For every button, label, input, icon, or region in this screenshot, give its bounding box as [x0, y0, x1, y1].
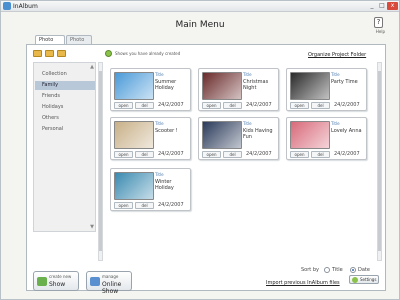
open-button[interactable]: open: [202, 102, 221, 109]
open-button[interactable]: open: [202, 151, 221, 158]
title-tag: Title: [155, 121, 164, 126]
create-small-label: create new: [49, 274, 72, 279]
show-card[interactable]: Title Lovely Anna open del 24/2/2007: [286, 117, 367, 160]
title-tag: Title: [331, 72, 340, 77]
show-thumbnail[interactable]: [114, 121, 154, 149]
create-new-show-button[interactable]: create new Show: [33, 271, 79, 291]
show-thumbnail[interactable]: [202, 121, 242, 149]
title-tag: Title: [243, 121, 252, 126]
open-button[interactable]: open: [290, 102, 309, 109]
show-name: Kids Having Fun: [243, 128, 273, 140]
scrollbar-thumb[interactable]: [99, 71, 102, 251]
help-label[interactable]: Help: [376, 29, 385, 34]
show-card[interactable]: Title Christmas Night open del 24/2/2007: [198, 68, 279, 111]
settings-label: Settings: [360, 277, 377, 282]
online-show-icon: [90, 277, 100, 286]
close-button[interactable]: x: [387, 2, 398, 10]
grid-scrollbar-right[interactable]: [377, 62, 382, 261]
organize-project-folder-link[interactable]: Organize Project Folder: [308, 52, 366, 58]
info-text: Shows you have already created: [115, 51, 181, 56]
show-name: Scooter !: [155, 128, 178, 134]
content-panel: Shows you have already created Organize …: [26, 44, 386, 291]
bottom-bar: create new Show manage Online Show Sort …: [1, 263, 399, 299]
show-date: 24/2/2007: [334, 151, 360, 157]
sort-title-radio[interactable]: [324, 267, 330, 273]
show-date: 24/2/2007: [158, 102, 184, 108]
info-icon: [105, 50, 112, 57]
sort-by-label: Sort by: [301, 267, 319, 273]
import-previous-files-link[interactable]: Import previous InAlbum files: [266, 280, 340, 286]
show-thumbnail[interactable]: [114, 72, 154, 100]
sidebar-item-collection[interactable]: Collection: [35, 70, 95, 79]
delete-button[interactable]: del: [311, 151, 330, 158]
sort-date-label: Date: [358, 267, 370, 273]
show-thumbnail[interactable]: [290, 72, 330, 100]
show-card[interactable]: Title Kids Having Fun open del 24/2/2007: [198, 117, 279, 160]
page-title: Main Menu: [175, 20, 225, 30]
app-window: InAlbum _ □ x Main Menu ? Help Photo Sho…: [0, 0, 400, 300]
new-folder-icon[interactable]: [33, 50, 42, 57]
manage-big-label: Online Show: [102, 281, 122, 295]
delete-button[interactable]: del: [135, 202, 154, 209]
show-card[interactable]: Title Winter Holiday open del 24/2/2007: [110, 168, 191, 211]
title-tag: Title: [155, 172, 164, 177]
sidebar-item-friends[interactable]: Friends: [35, 92, 95, 101]
open-button[interactable]: open: [114, 102, 133, 109]
sidebar-item-others[interactable]: Others: [35, 114, 95, 123]
app-logo-icon: [3, 2, 11, 10]
delete-button[interactable]: del: [223, 151, 242, 158]
delete-button[interactable]: del: [135, 102, 154, 109]
rename-folder-icon[interactable]: [45, 50, 54, 57]
grid-scrollbar-left[interactable]: [98, 62, 103, 261]
show-date: 24/2/2007: [158, 202, 184, 208]
show-thumbnail[interactable]: [202, 72, 242, 100]
show-thumbnail[interactable]: [114, 172, 154, 200]
open-button[interactable]: open: [114, 202, 133, 209]
sidebar-item-personal[interactable]: Personal: [35, 125, 95, 134]
title-tag: Title: [155, 72, 164, 77]
manage-online-show-button[interactable]: manage Online Show: [86, 271, 132, 295]
scrollbar-thumb[interactable]: [378, 71, 381, 251]
delete-button[interactable]: del: [311, 102, 330, 109]
minimize-button[interactable]: _: [367, 2, 377, 10]
sidebar-item-family[interactable]: Family: [35, 81, 95, 90]
help-icon[interactable]: ?: [374, 17, 383, 28]
show-name: Party Time: [331, 79, 358, 85]
show-thumbnail[interactable]: [290, 121, 330, 149]
manage-small-label: manage: [102, 274, 119, 279]
gear-icon: [352, 277, 358, 283]
scroll-down-icon[interactable]: ▼: [89, 224, 95, 231]
show-date: 24/2/2007: [246, 102, 272, 108]
create-big-label: Show: [49, 281, 66, 288]
show-card[interactable]: Title Party Time open del 24/2/2007: [286, 68, 367, 111]
maximize-button[interactable]: □: [377, 2, 387, 10]
open-button[interactable]: open: [290, 151, 309, 158]
tab-photo-print[interactable]: Photo Print: [66, 35, 92, 51]
sort-date-radio[interactable]: [350, 267, 356, 273]
settings-button[interactable]: Settings: [349, 275, 379, 284]
show-date: 24/2/2007: [158, 151, 184, 157]
show-date: 24/2/2007: [334, 102, 360, 108]
open-button[interactable]: open: [114, 151, 133, 158]
title-bar: InAlbum _ □ x: [1, 1, 399, 12]
sort-title-label: Title: [332, 267, 343, 273]
title-tag: Title: [331, 121, 340, 126]
delete-folder-icon[interactable]: [57, 50, 66, 57]
window-title: InAlbum: [13, 3, 38, 10]
create-show-icon: [37, 277, 47, 286]
show-name: Christmas Night: [243, 79, 269, 91]
show-card[interactable]: Title Scooter ! open del 24/2/2007: [110, 117, 191, 160]
tab-photo-show[interactable]: Photo Show: [35, 35, 65, 51]
sidebar-item-holidays[interactable]: Holidays: [35, 103, 95, 112]
delete-button[interactable]: del: [135, 151, 154, 158]
show-name: Winter Holiday: [155, 179, 174, 191]
folder-sidebar: ▲ Collection Family Friends Holidays Oth…: [33, 62, 96, 232]
delete-button[interactable]: del: [223, 102, 242, 109]
title-tag: Title: [243, 72, 252, 77]
show-name: Lovely Anna: [331, 128, 362, 134]
show-date: 24/2/2007: [246, 151, 272, 157]
show-card[interactable]: Title Summer Holiday open del 24/2/2007: [110, 68, 191, 111]
show-name: Summer Holiday: [155, 79, 177, 91]
